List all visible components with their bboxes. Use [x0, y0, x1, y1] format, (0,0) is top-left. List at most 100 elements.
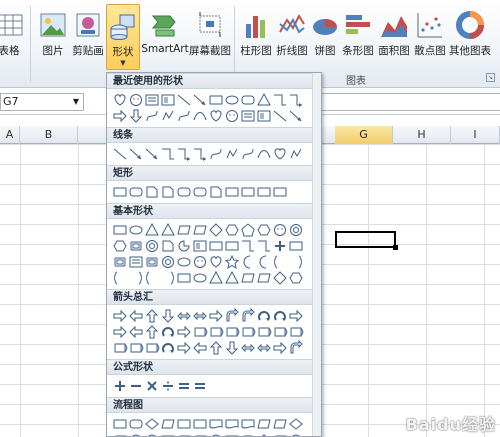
shape-item[interactable] [144, 238, 160, 254]
shape-item[interactable] [192, 378, 208, 394]
selected-cell[interactable] [335, 231, 398, 250]
shape-item[interactable] [272, 92, 288, 108]
shape-item[interactable] [128, 308, 144, 324]
scatter-chart-button[interactable]: 散点图 [412, 4, 448, 66]
shape-item[interactable] [160, 270, 176, 286]
shape-item[interactable] [272, 108, 288, 124]
shapes-button[interactable]: 形状 ▼ [106, 4, 140, 70]
table-button[interactable]: 表格 [0, 4, 24, 66]
shape-item[interactable] [272, 308, 288, 324]
shape-item[interactable] [288, 238, 304, 254]
shape-item[interactable] [144, 270, 160, 286]
other-charts-button[interactable]: 其他图表 [448, 4, 492, 66]
shape-item[interactable] [256, 184, 272, 200]
shape-item[interactable] [176, 340, 192, 356]
shape-item[interactable] [128, 92, 144, 108]
shape-item[interactable] [208, 238, 224, 254]
shape-item[interactable] [256, 222, 272, 238]
shape-item[interactable] [256, 146, 272, 162]
shape-item[interactable] [208, 270, 224, 286]
chevron-down-icon[interactable]: ▼ [73, 94, 79, 110]
shape-item[interactable] [160, 92, 176, 108]
shape-item[interactable] [128, 254, 144, 270]
shape-item[interactable] [208, 92, 224, 108]
column-header-h[interactable]: H [393, 126, 451, 144]
shape-item[interactable] [192, 238, 208, 254]
shape-item[interactable] [192, 308, 208, 324]
shape-item[interactable] [128, 378, 144, 394]
picture-button[interactable]: 图片 [38, 4, 68, 66]
shape-item[interactable] [160, 146, 176, 162]
shape-item[interactable] [112, 340, 128, 356]
shape-item[interactable] [160, 340, 176, 356]
column-header-g[interactable]: G [335, 126, 393, 144]
shape-item[interactable] [192, 432, 208, 436]
shape-item[interactable] [224, 108, 240, 124]
shape-item[interactable] [288, 92, 304, 108]
shape-item[interactable] [176, 238, 192, 254]
shape-item[interactable] [208, 108, 224, 124]
shape-item[interactable] [288, 432, 304, 436]
shape-item[interactable] [208, 254, 224, 270]
shape-item[interactable] [128, 184, 144, 200]
shape-item[interactable] [224, 416, 240, 432]
shape-item[interactable] [224, 238, 240, 254]
shape-item[interactable] [208, 146, 224, 162]
shape-item[interactable] [176, 146, 192, 162]
shape-item[interactable] [112, 222, 128, 238]
column-header-a[interactable]: A [0, 126, 20, 144]
shape-item[interactable] [288, 222, 304, 238]
shape-item[interactable] [128, 270, 144, 286]
shape-item[interactable] [112, 108, 128, 124]
shape-item[interactable] [112, 378, 128, 394]
shape-item[interactable] [288, 270, 304, 286]
shape-item[interactable] [224, 308, 240, 324]
shape-item[interactable] [176, 308, 192, 324]
shape-item[interactable] [240, 184, 256, 200]
shape-item[interactable] [144, 184, 160, 200]
shape-item[interactable] [160, 416, 176, 432]
clipart-button[interactable]: 剪贴画 [70, 4, 106, 66]
shape-item[interactable] [128, 432, 144, 436]
shape-item[interactable] [192, 416, 208, 432]
shape-item[interactable] [128, 340, 144, 356]
shape-item[interactable] [144, 340, 160, 356]
shape-item[interactable] [240, 432, 256, 436]
dialog-launcher-icon[interactable]: ↘ [486, 73, 495, 82]
bar-chart-button[interactable]: 条形图 [340, 4, 376, 66]
column-chart-button[interactable]: 柱形图 [238, 4, 274, 66]
shape-item[interactable] [224, 146, 240, 162]
shape-item[interactable] [224, 324, 240, 340]
shape-item[interactable] [224, 432, 240, 436]
shape-item[interactable] [240, 416, 256, 432]
shape-item[interactable] [192, 222, 208, 238]
shape-item[interactable] [256, 432, 272, 436]
area-chart-button[interactable]: 面积图 [376, 4, 412, 66]
shape-item[interactable] [192, 184, 208, 200]
shape-item[interactable] [224, 184, 240, 200]
shape-item[interactable] [240, 238, 256, 254]
shape-item[interactable] [128, 416, 144, 432]
shape-item[interactable] [112, 270, 128, 286]
shape-item[interactable] [192, 108, 208, 124]
shape-item[interactable] [176, 416, 192, 432]
shape-item[interactable] [288, 416, 304, 432]
shape-item[interactable] [192, 92, 208, 108]
shape-item[interactable] [144, 254, 160, 270]
shape-item[interactable] [208, 308, 224, 324]
shape-item[interactable] [256, 308, 272, 324]
shape-item[interactable] [208, 184, 224, 200]
shape-item[interactable] [224, 92, 240, 108]
shape-item[interactable] [128, 324, 144, 340]
shape-item[interactable] [160, 184, 176, 200]
pie-chart-button[interactable]: 饼图 [310, 4, 340, 66]
screenshot-button[interactable]: 屏幕截图 [188, 4, 232, 66]
smartart-button[interactable]: SmartArt [141, 4, 189, 66]
shape-item[interactable] [208, 324, 224, 340]
shape-item[interactable] [240, 254, 256, 270]
shape-item[interactable] [224, 270, 240, 286]
shape-item[interactable] [256, 238, 272, 254]
shape-item[interactable] [176, 432, 192, 436]
shape-item[interactable] [224, 340, 240, 356]
shape-item[interactable] [144, 146, 160, 162]
